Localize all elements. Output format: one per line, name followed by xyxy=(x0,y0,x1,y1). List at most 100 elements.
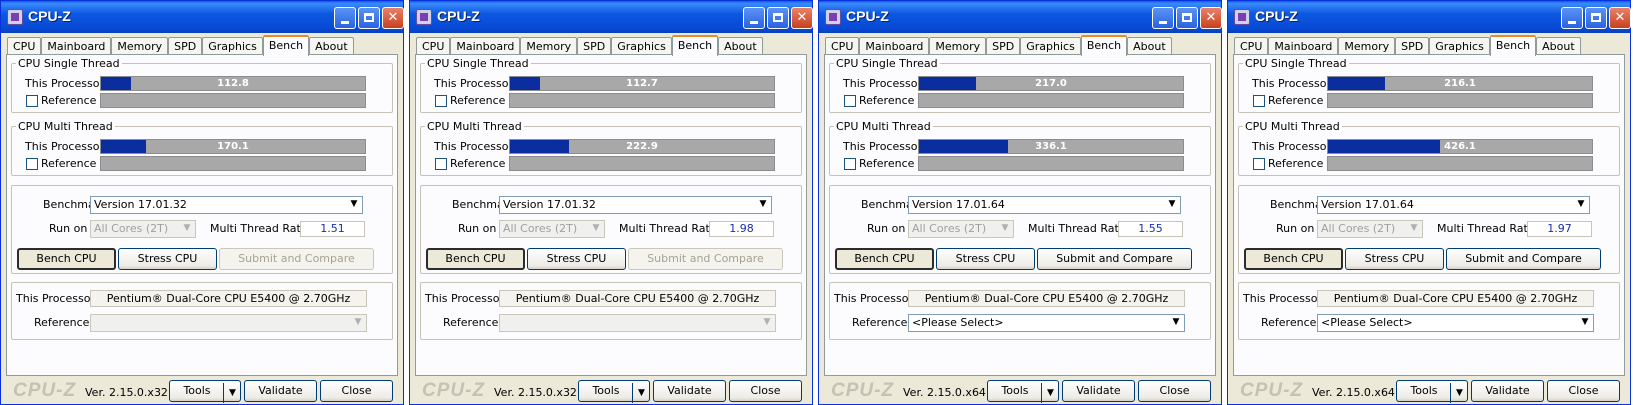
bench-panel: CPU Single Thread This Processor 217.0 R… xyxy=(824,54,1216,376)
reference-select-label: Reference xyxy=(852,316,908,329)
chevron-down-icon[interactable]: ▼ xyxy=(1041,383,1059,403)
run-on-value: All Cores (2T) xyxy=(1321,222,1396,235)
single-reference-checkbox[interactable] xyxy=(1253,95,1265,107)
stress-cpu-button[interactable]: Stress CPU xyxy=(118,248,217,270)
chevron-down-icon[interactable]: ▼ xyxy=(223,383,241,403)
close-button[interactable]: Close xyxy=(320,380,393,402)
tools-button[interactable]: Tools ▼ xyxy=(578,380,650,403)
multi-reference-checkbox[interactable] xyxy=(435,158,447,170)
title-bar[interactable]: CPU-Z ✕ xyxy=(819,1,1222,33)
chevron-down-icon[interactable]: ▼ xyxy=(1450,383,1468,403)
tab-bench[interactable]: Bench xyxy=(1080,35,1128,56)
multi-thread-ratio-value: 1.97 xyxy=(1527,221,1592,237)
benchmark-version-select[interactable]: Version 17.01.64 ▼ xyxy=(908,196,1181,214)
cpuz-window: CPU-Z ✕ CPU Mainboard Memory SPD Graphic… xyxy=(818,0,1222,405)
tab-strip: CPU Mainboard Memory SPD Graphics Bench … xyxy=(416,35,763,56)
reference-processor-select[interactable]: ▼ xyxy=(90,314,367,332)
run-on-select[interactable]: All Cores (2T) ▼ xyxy=(499,220,605,238)
window-title: CPU-Z xyxy=(28,8,71,24)
reference-processor-select[interactable]: ▼ xyxy=(499,314,776,332)
title-bar[interactable]: CPU-Z ✕ xyxy=(1228,1,1631,33)
bench-cpu-button[interactable]: Bench CPU xyxy=(17,248,116,270)
reference-processor-select[interactable]: <Please Select> ▼ xyxy=(1317,314,1594,332)
close-window-button[interactable]: ✕ xyxy=(1200,7,1222,29)
multi-reference-label: Reference xyxy=(1268,157,1324,170)
multi-reference-checkbox[interactable] xyxy=(1253,158,1265,170)
close-button[interactable]: Close xyxy=(729,380,802,402)
multi-reference-bar xyxy=(100,156,366,171)
cpuz-app-icon xyxy=(1234,9,1250,25)
close-window-button[interactable]: ✕ xyxy=(791,7,813,29)
maximize-button[interactable] xyxy=(1176,7,1198,29)
run-on-select[interactable]: All Cores (2T) ▼ xyxy=(90,220,196,238)
tab-bench[interactable]: Bench xyxy=(1489,35,1537,56)
submit-and-compare-button[interactable]: Submit and Compare xyxy=(628,248,783,270)
run-on-label: Run on xyxy=(458,222,497,235)
maximize-button[interactable] xyxy=(358,7,380,29)
submit-and-compare-button[interactable]: Submit and Compare xyxy=(1446,248,1601,270)
multi-reference-checkbox[interactable] xyxy=(844,158,856,170)
submit-and-compare-button[interactable]: Submit and Compare xyxy=(1037,248,1192,270)
close-button[interactable]: Close xyxy=(1547,380,1620,402)
benchmark-version-select[interactable]: Version 17.01.64 ▼ xyxy=(1317,196,1590,214)
single-reference-bar xyxy=(100,93,366,108)
validate-button[interactable]: Validate xyxy=(1471,380,1544,402)
bench-cpu-button[interactable]: Bench CPU xyxy=(1244,248,1343,270)
processor-label: This Processor xyxy=(834,292,913,305)
version-text: Ver. 2.15.0.x64 xyxy=(1312,386,1395,399)
chevron-down-icon: ▼ xyxy=(180,222,194,236)
minimize-button[interactable] xyxy=(1152,7,1174,29)
minimize-button[interactable] xyxy=(334,7,356,29)
tools-button[interactable]: Tools ▼ xyxy=(169,380,241,403)
tools-button-label: Tools xyxy=(1410,384,1438,397)
maximize-button[interactable] xyxy=(1585,7,1607,29)
multi-thread-score: 426.1 xyxy=(1444,141,1476,152)
tools-button[interactable]: Tools ▼ xyxy=(1396,380,1468,403)
bench-cpu-button[interactable]: Bench CPU xyxy=(835,248,934,270)
maximize-icon xyxy=(773,13,783,22)
benchmark-version-value: Version 17.01.64 xyxy=(912,198,1005,211)
run-on-select[interactable]: All Cores (2T) ▼ xyxy=(908,220,1014,238)
single-reference-checkbox[interactable] xyxy=(844,95,856,107)
tab-bench[interactable]: Bench xyxy=(262,35,310,56)
title-bar[interactable]: CPU-Z ✕ xyxy=(1,1,404,33)
close-button[interactable]: Close xyxy=(1138,380,1211,402)
minimize-button[interactable] xyxy=(743,7,765,29)
bench-cpu-button[interactable]: Bench CPU xyxy=(426,248,525,270)
benchmark-version-select[interactable]: Version 17.01.32 ▼ xyxy=(499,196,772,214)
reference-select-value: <Please Select> xyxy=(1321,316,1413,329)
chevron-down-icon[interactable]: ▼ xyxy=(632,383,650,403)
maximize-button[interactable] xyxy=(767,7,789,29)
reference-select-label: Reference xyxy=(443,316,499,329)
stress-cpu-button[interactable]: Stress CPU xyxy=(527,248,626,270)
maximize-icon xyxy=(1591,13,1601,22)
single-thread-score: 216.1 xyxy=(1444,78,1476,89)
multi-thread-score: 170.1 xyxy=(217,141,249,152)
single-reference-checkbox[interactable] xyxy=(26,95,38,107)
chevron-down-icon: ▼ xyxy=(347,198,361,212)
cpuz-window: CPU-Z ✕ CPU Mainboard Memory SPD Graphic… xyxy=(0,0,404,405)
validate-button[interactable]: Validate xyxy=(244,380,317,402)
run-on-select[interactable]: All Cores (2T) ▼ xyxy=(1317,220,1423,238)
title-bar[interactable]: CPU-Z ✕ xyxy=(410,1,813,33)
benchmark-version-select[interactable]: Version 17.01.32 ▼ xyxy=(90,196,363,214)
tools-button[interactable]: Tools ▼ xyxy=(987,380,1059,403)
single-thread-title: CPU Single Thread xyxy=(1245,57,1347,70)
minimize-button[interactable] xyxy=(1561,7,1583,29)
chevron-down-icon: ▼ xyxy=(998,222,1012,236)
stress-cpu-button[interactable]: Stress CPU xyxy=(1345,248,1444,270)
validate-button[interactable]: Validate xyxy=(653,380,726,402)
single-this-processor-label: This Processor xyxy=(434,77,513,90)
single-reference-checkbox[interactable] xyxy=(435,95,447,107)
close-window-button[interactable]: ✕ xyxy=(382,7,404,29)
reference-processor-select[interactable]: <Please Select> ▼ xyxy=(908,314,1185,332)
validate-button[interactable]: Validate xyxy=(1062,380,1135,402)
tab-bench[interactable]: Bench xyxy=(671,35,719,56)
multi-reference-checkbox[interactable] xyxy=(26,158,38,170)
bench-panel: CPU Single Thread This Processor 112.8 R… xyxy=(6,54,398,376)
single-this-processor-label: This Processor xyxy=(843,77,922,90)
bench-panel: CPU Single Thread This Processor 112.7 R… xyxy=(415,54,807,376)
submit-and-compare-button[interactable]: Submit and Compare xyxy=(219,248,374,270)
stress-cpu-button[interactable]: Stress CPU xyxy=(936,248,1035,270)
close-window-button[interactable]: ✕ xyxy=(1609,7,1631,29)
